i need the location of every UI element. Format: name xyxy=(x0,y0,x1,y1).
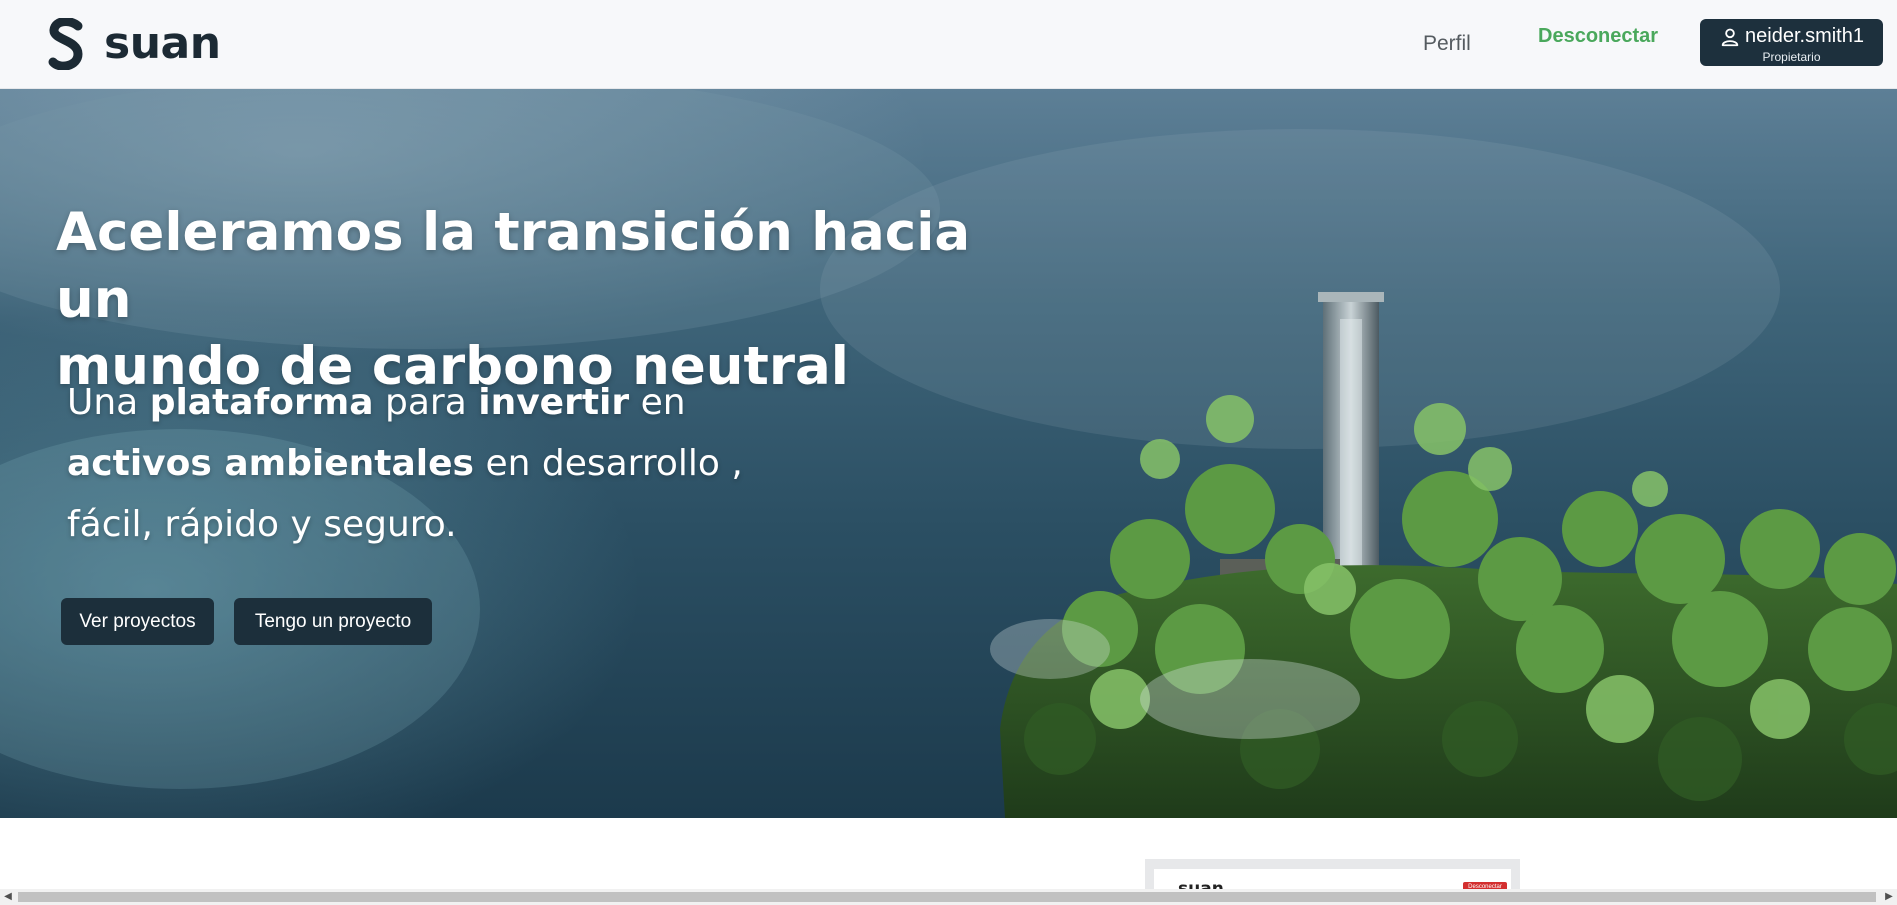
hero-title-line1: Aceleramos la transición hacia un xyxy=(56,202,971,330)
user-role: Propietario xyxy=(1762,50,1821,64)
sub-bold: plataforma xyxy=(149,382,374,423)
chevron-right-icon[interactable]: ▶ xyxy=(1881,889,1897,905)
have-project-button[interactable]: Tengo un proyecto xyxy=(234,598,432,645)
content-section xyxy=(0,818,1897,888)
chevron-left-icon[interactable]: ◀ xyxy=(0,889,16,905)
user-name: neider.smith1 xyxy=(1745,25,1864,47)
user-icon xyxy=(1721,28,1739,46)
nav-link-profile[interactable]: Perfil xyxy=(1423,32,1471,56)
preview-image: suan Desconectar xyxy=(1145,859,1520,899)
disconnect-link[interactable]: Desconectar xyxy=(1538,25,1658,48)
user-menu-button[interactable]: neider.smith1 Propietario xyxy=(1700,19,1883,66)
sub-bold: invertir xyxy=(478,382,630,423)
scrollbar-thumb[interactable] xyxy=(18,892,1876,902)
sub-text: Una xyxy=(67,382,139,423)
logo-text: suan xyxy=(104,18,221,69)
horizontal-scrollbar[interactable]: ◀ ▶ xyxy=(0,889,1897,905)
suan-logo-icon xyxy=(48,18,83,70)
sub-text: en desarrollo , xyxy=(485,443,743,484)
brand-logo[interactable]: suan xyxy=(48,18,221,70)
view-projects-button[interactable]: Ver proyectos xyxy=(61,598,214,645)
sub-text: en xyxy=(640,382,686,423)
top-navbar: suan Perfil Desconectar neider.smith1 Pr… xyxy=(0,0,1897,89)
hero-title: Aceleramos la transición hacia un mundo … xyxy=(56,199,1016,400)
sub-text: fácil, rápido y seguro. xyxy=(67,504,457,545)
sub-bold: activos ambientales xyxy=(67,443,474,484)
sub-text: para xyxy=(385,382,467,423)
hero-section: Aceleramos la transición hacia un mundo … xyxy=(0,89,1897,818)
hero-subtitle: Una plataforma para invertir en activos … xyxy=(67,372,767,555)
